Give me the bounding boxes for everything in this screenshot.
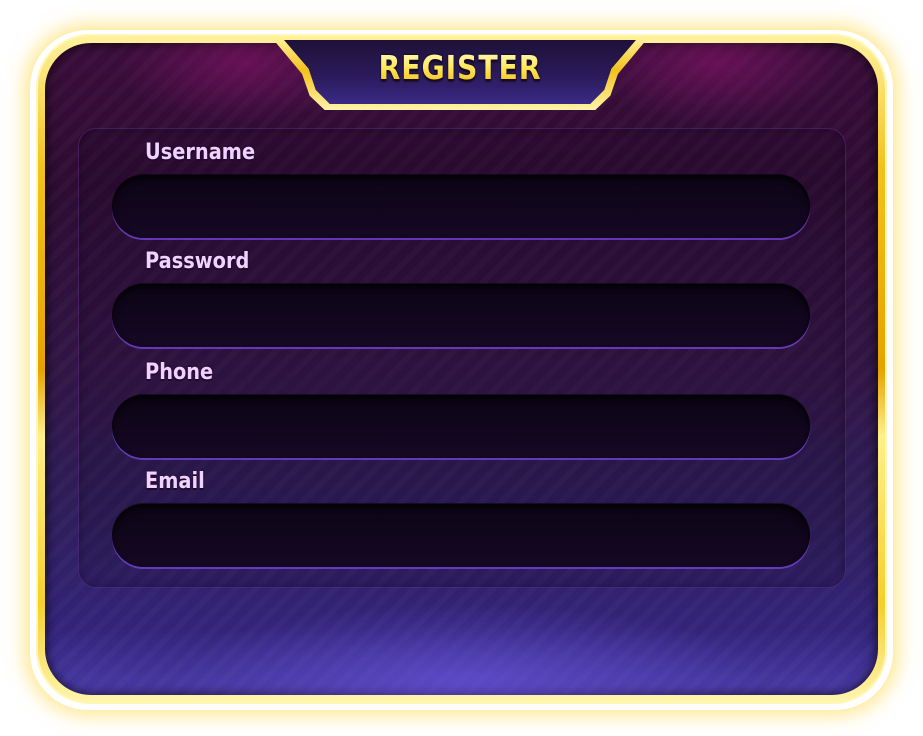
password-label: Password bbox=[145, 249, 250, 274]
username-input[interactable] bbox=[112, 175, 810, 238]
password-input[interactable] bbox=[112, 284, 810, 347]
phone-label: Phone bbox=[145, 360, 214, 385]
username-label: Username bbox=[145, 140, 256, 165]
email-input[interactable] bbox=[112, 504, 810, 567]
dialog-title: REGISTER bbox=[309, 48, 612, 87]
register-dialog: REGISTER Username Password Phone Email bbox=[0, 0, 923, 736]
panel-highlight-bottom bbox=[165, 603, 765, 695]
email-label: Email bbox=[145, 469, 205, 494]
phone-input[interactable] bbox=[112, 395, 810, 458]
